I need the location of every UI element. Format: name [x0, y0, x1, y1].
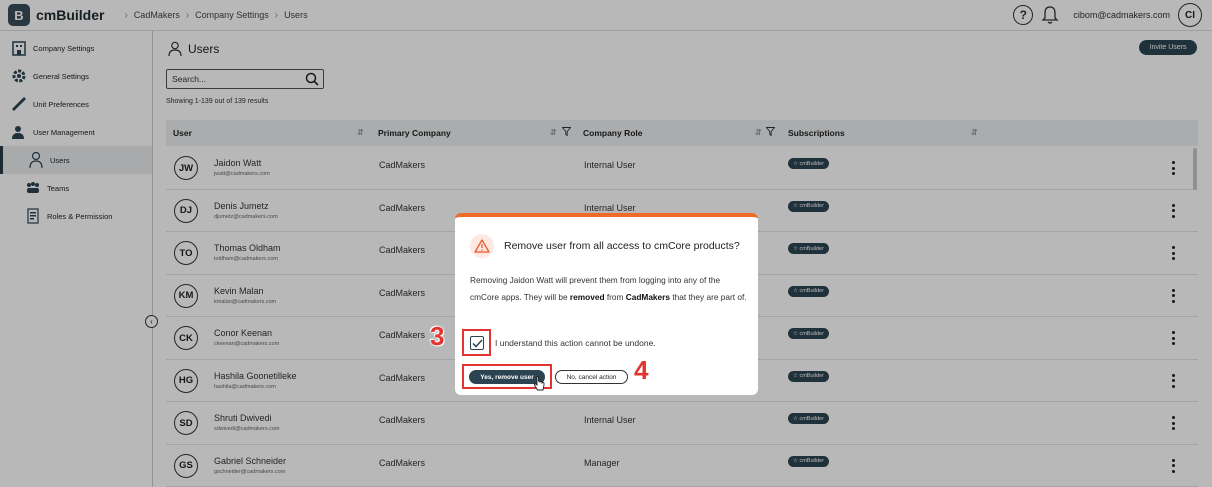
dialog-message-text: from [604, 291, 626, 302]
dialog-message-bold: CadMakers [625, 291, 671, 302]
dialog-message: Removing Jaidon Watt will prevent them f… [470, 272, 750, 305]
dialog-message-bold: removed [569, 291, 605, 302]
dialog-message-text: that they are part of. [670, 291, 747, 302]
hand-cursor-icon [533, 376, 545, 391]
step-number-4: 4 [634, 355, 649, 385]
warning-icon [470, 234, 494, 258]
remove-user-dialog: Remove user from all access to cmCore pr… [455, 213, 758, 395]
checkmark-icon [471, 338, 483, 348]
checkbox-label: I understand this action cannot be undon… [495, 338, 656, 348]
step-number-3: 3 [430, 321, 445, 351]
cancel-button[interactable]: No, cancel action [555, 370, 628, 384]
dialog-title: Remove user from all access to cmCore pr… [504, 240, 740, 252]
confirm-checkbox[interactable] [470, 336, 484, 350]
dialog-header: Remove user from all access to cmCore pr… [470, 234, 740, 258]
